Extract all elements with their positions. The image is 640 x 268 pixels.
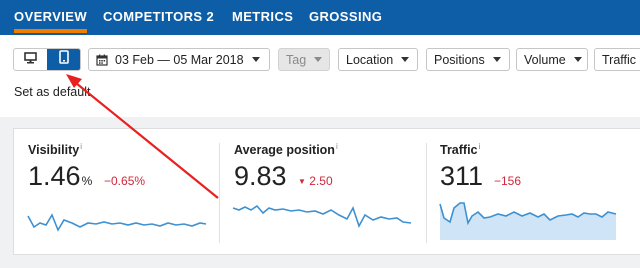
desktop-button[interactable] bbox=[14, 49, 47, 70]
tab-grossing[interactable]: GROSSING bbox=[309, 9, 382, 24]
calendar-icon bbox=[96, 54, 108, 66]
location-label: Location bbox=[346, 52, 394, 67]
average-position-sparkline bbox=[232, 204, 412, 228]
mobile-button[interactable] bbox=[47, 49, 80, 70]
positions-dropdown[interactable]: Positions bbox=[426, 48, 510, 71]
top-nav: OVERVIEW COMPETITORS 2 METRICS GROSSING bbox=[0, 0, 640, 35]
average-position-title-text: Average position bbox=[234, 143, 335, 158]
traffic-title-text: Traffic bbox=[440, 143, 478, 158]
date-range-picker[interactable]: 03 Feb — 05 Mar 2018 bbox=[88, 48, 270, 71]
volume-label: Volume bbox=[524, 52, 566, 67]
info-icon[interactable]: i bbox=[479, 142, 481, 151]
metric-divider bbox=[426, 143, 427, 243]
chevron-down-icon bbox=[401, 57, 410, 62]
traffic-label: Traffic bbox=[602, 52, 637, 67]
visibility-change: −0.65% bbox=[104, 174, 146, 188]
filter-toolbar: 03 Feb — 05 Mar 2018 Tag Location Positi… bbox=[0, 35, 640, 117]
visibility-value: 1.46% bbox=[28, 163, 92, 190]
chevron-down-icon bbox=[573, 57, 582, 62]
traffic-dropdown[interactable]: Traffic bbox=[594, 48, 640, 71]
mobile-icon bbox=[58, 50, 69, 69]
average-position-change-value: 2.50 bbox=[309, 174, 333, 188]
average-position-title: Average positioni bbox=[234, 142, 338, 157]
location-dropdown[interactable]: Location bbox=[338, 48, 418, 71]
traffic-title: Traffici bbox=[440, 142, 480, 157]
traffic-value: 311 bbox=[440, 161, 484, 191]
visibility-title: Visibilityi bbox=[28, 142, 82, 157]
device-toggle bbox=[13, 48, 81, 71]
metric-divider bbox=[219, 143, 220, 243]
visibility-title-text: Visibility bbox=[28, 143, 80, 158]
info-icon[interactable]: i bbox=[80, 142, 82, 151]
visibility-unit: % bbox=[81, 174, 93, 188]
visibility-value-number: 1.46 bbox=[28, 161, 81, 191]
date-range-label: 03 Feb — 05 Mar 2018 bbox=[115, 52, 244, 67]
traffic-sparkline bbox=[439, 202, 617, 240]
tab-overview[interactable]: OVERVIEW bbox=[14, 9, 88, 33]
chevron-down-icon bbox=[251, 57, 260, 62]
chevron-down-icon bbox=[314, 57, 323, 62]
average-position-change: ▼ 2.50 bbox=[298, 174, 333, 188]
tab-metrics[interactable]: METRICS bbox=[232, 9, 293, 24]
set-as-default-link[interactable]: Set as default bbox=[14, 85, 90, 99]
tag-label: Tag bbox=[286, 52, 307, 67]
positions-label: Positions bbox=[434, 52, 485, 67]
tag-dropdown[interactable]: Tag bbox=[278, 48, 330, 71]
triangle-down-icon: ▼ bbox=[298, 177, 306, 186]
tab-competitors[interactable]: COMPETITORS 2 bbox=[103, 9, 214, 24]
visibility-sparkline bbox=[27, 213, 207, 232]
average-position-value: 9.83 bbox=[234, 161, 287, 191]
chevron-down-icon bbox=[492, 57, 501, 62]
desktop-icon bbox=[24, 51, 37, 69]
traffic-change: −156 bbox=[494, 174, 522, 188]
volume-dropdown[interactable]: Volume bbox=[516, 48, 588, 71]
info-icon[interactable]: i bbox=[336, 142, 338, 151]
